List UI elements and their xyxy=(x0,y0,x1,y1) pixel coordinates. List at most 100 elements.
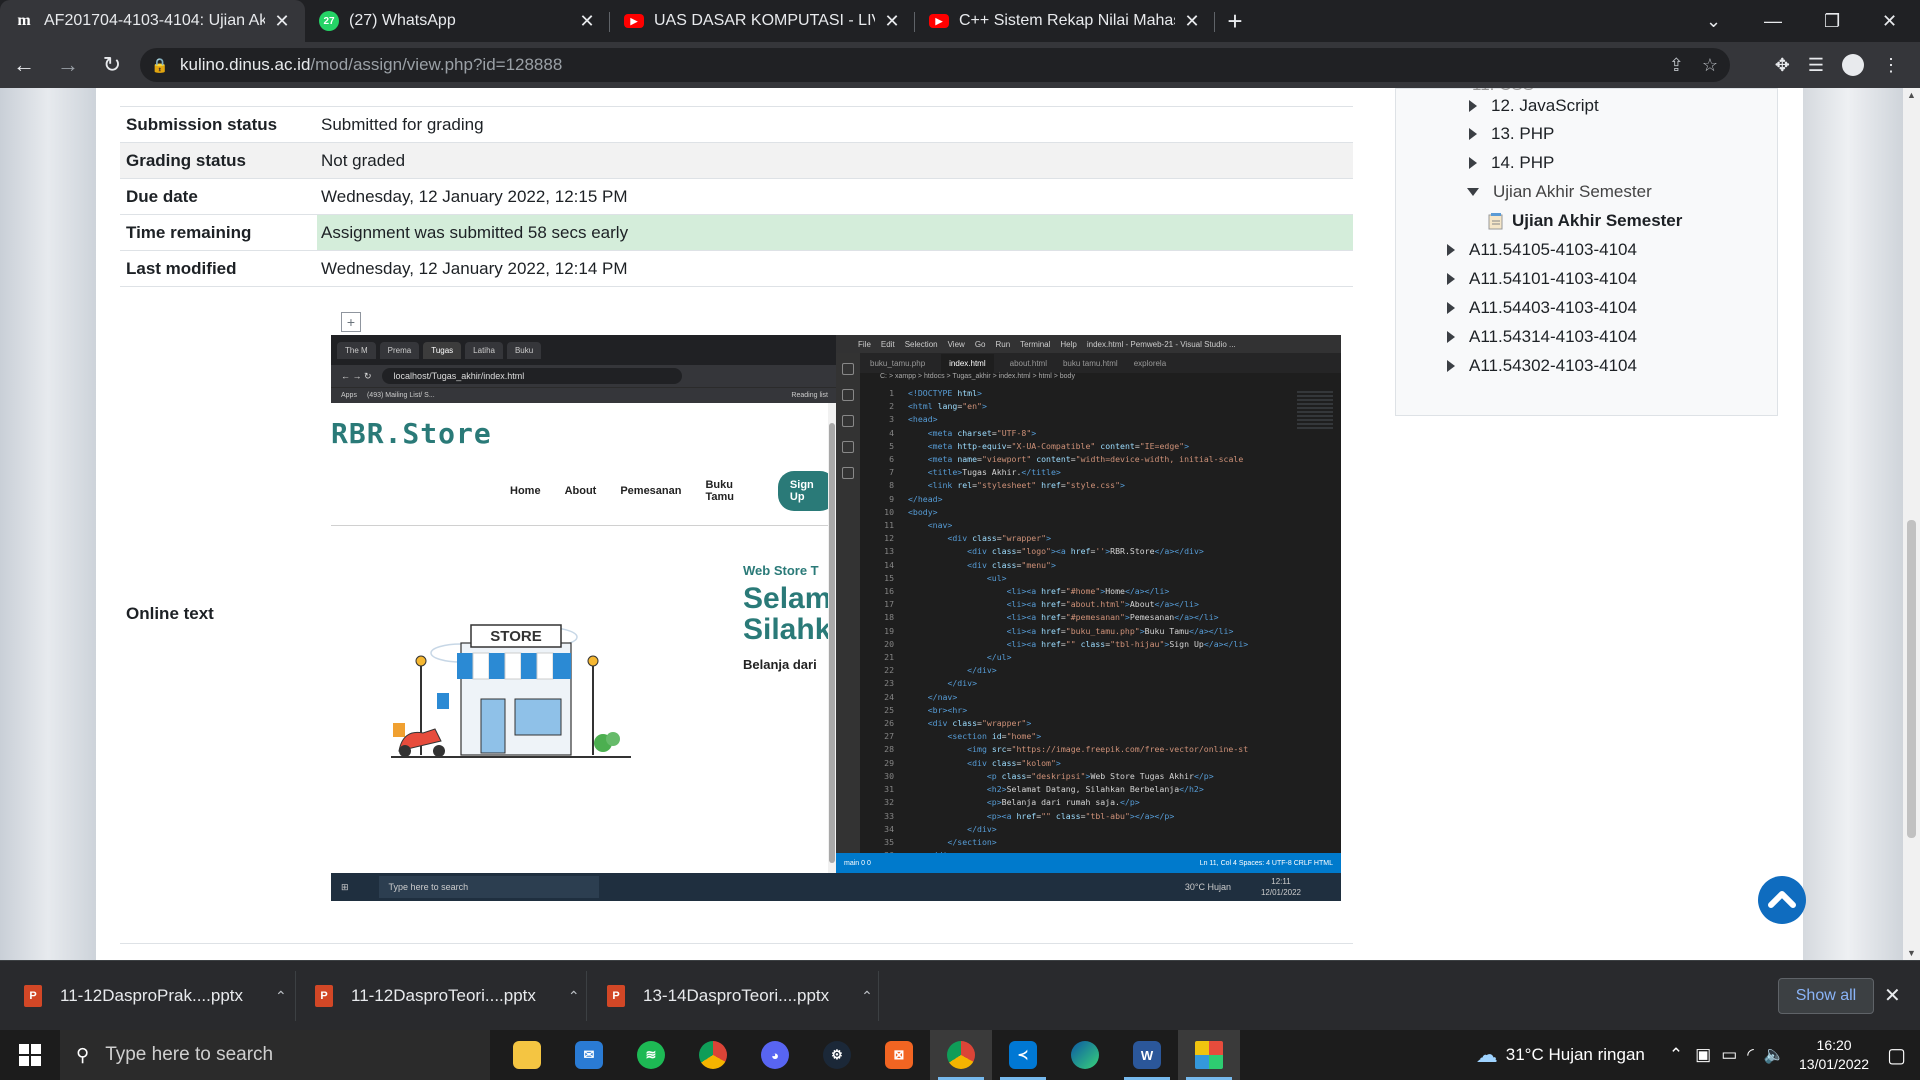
moodle-icon: m xyxy=(17,12,31,29)
nav-item-javascript[interactable]: 12. JavaScript xyxy=(1469,94,1599,118)
lock-icon[interactable]: 🔒 xyxy=(140,57,180,74)
word-icon[interactable]: W xyxy=(1116,1030,1178,1080)
vscode-minimap xyxy=(1297,391,1333,431)
menu-kebab-icon[interactable]: ⋮ xyxy=(1882,55,1900,76)
tab-title: (27) WhatsApp xyxy=(349,12,456,29)
screenshot-vscode: File Edit Selection View Go Run Terminal Help in… xyxy=(836,335,1341,873)
restore-button[interactable]: ❐ xyxy=(1824,0,1840,42)
discord-icon[interactable]: ◕ xyxy=(744,1030,806,1080)
taskbar-search-box[interactable]: ⚲ Type here to search xyxy=(60,1030,490,1080)
back-to-top-button[interactable] xyxy=(1758,876,1806,924)
app-orange-icon[interactable]: ⊠ xyxy=(868,1030,930,1080)
bookmark-star-icon[interactable]: ☆ xyxy=(1702,55,1718,76)
store-sign-text: STORE xyxy=(490,628,541,645)
close-tab-icon[interactable]: ✕ xyxy=(273,11,291,32)
tab-title: C++ Sistem Rekap Nilai Mahasisw xyxy=(959,12,1175,29)
nav-item-course[interactable]: A11.54403-4103-4104 xyxy=(1447,296,1637,320)
chrome-icon[interactable] xyxy=(682,1030,744,1080)
chevron-up-icon[interactable]: ⌃ xyxy=(568,988,580,1005)
profile-avatar-icon[interactable] xyxy=(1842,54,1864,76)
nav-item-course[interactable]: A11.54105-4103-4104 xyxy=(1447,238,1637,262)
row-label: Due date xyxy=(126,186,198,206)
download-item[interactable]: P 13-14DasproTeori....pptx ⌃ xyxy=(607,961,873,1031)
address-bar[interactable]: 🔒 kulino.dinus.ac.id /mod/assign/view.ph… xyxy=(140,48,1730,82)
close-window-button[interactable]: ✕ xyxy=(1882,0,1897,42)
nav-item-php-13[interactable]: 13. PHP xyxy=(1469,122,1554,146)
tab-whatsapp[interactable]: 27 (27) WhatsApp ✕ xyxy=(305,0,610,42)
caret-right-icon xyxy=(1447,360,1455,372)
steam-icon[interactable]: ⚙ xyxy=(806,1030,868,1080)
row-label: Grading status xyxy=(126,150,246,170)
caret-right-icon xyxy=(1469,100,1477,112)
nav-item-uas-activity[interactable]: Ujian Akhir Semester xyxy=(1486,209,1682,233)
new-tab-button[interactable]: + xyxy=(1215,0,1255,42)
extensions-area: ✥ ☰ ⋮ xyxy=(1775,42,1920,88)
table-row: Due date Wednesday, 12 January 2022, 12:… xyxy=(120,179,1353,215)
clock-date: 13/01/2022 xyxy=(1799,1056,1870,1072)
shot-hero-sub: Web Store T xyxy=(743,563,819,578)
close-tab-icon[interactable]: ✕ xyxy=(578,11,596,32)
nav-item-course[interactable]: A11.54101-4103-4104 xyxy=(1447,267,1637,291)
download-filename: 11-12DasproPrak....pptx xyxy=(60,986,243,1005)
download-item[interactable]: P 11-12DasproPrak....pptx ⌃ xyxy=(24,961,287,1031)
tab-moodle[interactable]: m AF201704-4103-4104: Ujian Akhir ✕ xyxy=(0,0,305,42)
edge-icon[interactable] xyxy=(1054,1030,1116,1080)
close-icon[interactable]: ✕ xyxy=(1884,983,1901,1008)
tab-search-icon[interactable]: ⌄ xyxy=(1706,0,1721,42)
show-all-button[interactable]: Show all xyxy=(1778,978,1874,1014)
battery-icon[interactable]: ▭ xyxy=(1721,1045,1737,1065)
expand-icon[interactable]: + xyxy=(341,312,361,332)
back-icon[interactable]: ← xyxy=(4,45,44,85)
file-explorer-icon[interactable] xyxy=(496,1030,558,1080)
browser-tab-strip: m AF201704-4103-4104: Ujian Akhir ✕ 27 (… xyxy=(0,0,1920,42)
download-item[interactable]: P 11-12DasproTeori....pptx ⌃ xyxy=(315,961,580,1031)
system-tray: ☁ 31°C Hujan ringan ⌃ ▣ ▭ ◜ 🔈 16:20 13/0… xyxy=(1476,1030,1920,1080)
volume-icon[interactable]: 🔈 xyxy=(1764,1045,1785,1065)
table-row: Grading status Not graded xyxy=(120,143,1353,179)
windows-taskbar: ⚲ Type here to search ✉ ≋ ◕ ⚙ ⊠ ≺ W ☁ 31… xyxy=(0,1030,1920,1080)
mail-icon[interactable]: ✉ xyxy=(558,1030,620,1080)
nav-item-php-14[interactable]: 14. PHP xyxy=(1469,151,1554,175)
table-row: Last modified Wednesday, 12 January 2022… xyxy=(120,251,1353,287)
shot-hero-text: Belanja dari xyxy=(743,657,817,672)
nav-item-course[interactable]: A11.54302-4103-4104 xyxy=(1447,354,1637,378)
shot-taskbar-date: 12/01/2022 xyxy=(1260,888,1301,897)
reload-icon[interactable]: ↻ xyxy=(92,45,132,85)
vscode-icon[interactable]: ≺ xyxy=(992,1030,1054,1080)
tab-title: AF201704-4103-4104: Ujian Akhir xyxy=(44,12,265,29)
forward-icon[interactable]: → xyxy=(48,45,88,85)
minimize-button[interactable]: — xyxy=(1764,0,1782,42)
network-icon[interactable]: ▣ xyxy=(1695,1045,1711,1065)
chevron-up-icon[interactable]: ⌃ xyxy=(1669,1045,1683,1065)
powerpoint-icon: P xyxy=(24,985,42,1007)
browser-toolbar: ← → ↻ 🔒 kulino.dinus.ac.id /mod/assign/v… xyxy=(0,42,1920,88)
reading-list-icon[interactable]: ☰ xyxy=(1808,55,1824,76)
chevron-up-icon[interactable]: ⌃ xyxy=(275,988,287,1005)
search-icon: ⚲ xyxy=(76,1044,90,1065)
spotify-icon[interactable]: ≋ xyxy=(620,1030,682,1080)
store-illustration: STORE xyxy=(391,624,631,758)
start-button[interactable] xyxy=(0,1030,60,1080)
chrome-active-icon[interactable] xyxy=(930,1030,992,1080)
weather-text[interactable]: 31°C Hujan ringan xyxy=(1506,1045,1645,1065)
caret-right-icon xyxy=(1469,157,1477,169)
wifi-icon[interactable]: ◜ xyxy=(1747,1045,1754,1065)
extensions-puzzle-icon[interactable]: ✥ xyxy=(1775,55,1790,76)
app-colorful-icon[interactable] xyxy=(1178,1030,1240,1080)
shot-bookmark: Apps xyxy=(341,392,357,399)
shot-omnibox: ← → ↻ localhost/Tugas_akhir/index.html xyxy=(331,365,836,387)
page-scrollbar[interactable]: ▲ ▼ xyxy=(1903,88,1920,960)
nav-item-uas-section[interactable]: Ujian Akhir Semester xyxy=(1467,180,1652,204)
notification-icon[interactable]: ▢ xyxy=(1887,1043,1906,1068)
chevron-up-icon[interactable]: ⌃ xyxy=(861,988,873,1005)
close-tab-icon[interactable]: ✕ xyxy=(1183,11,1201,32)
share-icon[interactable]: ⇪ xyxy=(1669,55,1684,76)
close-tab-icon[interactable]: ✕ xyxy=(883,11,901,32)
vscode-activity-bar xyxy=(836,353,860,853)
clock-time: 16:20 xyxy=(1816,1037,1852,1053)
tab-youtube-uas[interactable]: ▶ UAS DASAR KOMPUTASI - LIVE C ✕ xyxy=(610,0,915,42)
taskbar-clock[interactable]: 16:20 13/01/2022 xyxy=(1799,1036,1869,1074)
vscode-tabs: buku_tamu.php index.html about.html buku… xyxy=(860,353,1341,373)
nav-item-course[interactable]: A11.54314-4103-4104 xyxy=(1447,325,1637,349)
tab-youtube-cpp[interactable]: ▶ C++ Sistem Rekap Nilai Mahasisw ✕ xyxy=(915,0,1215,42)
